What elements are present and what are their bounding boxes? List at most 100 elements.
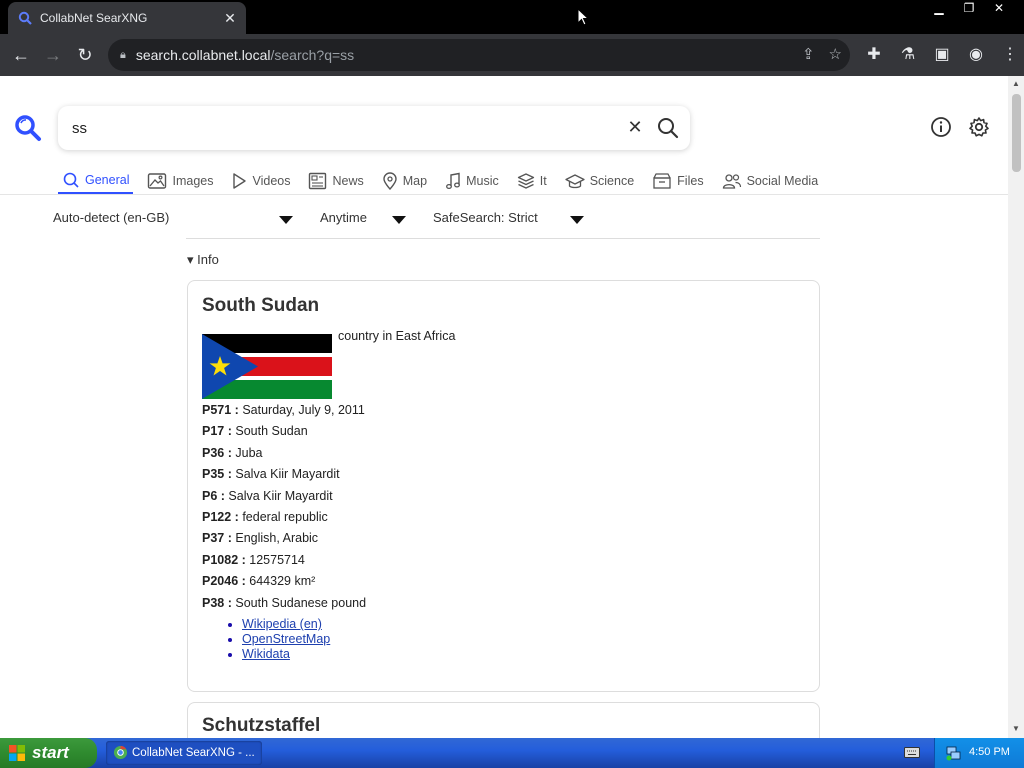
restore-icon[interactable]: ❐ bbox=[956, 0, 982, 17]
search-submit-icon[interactable] bbox=[656, 116, 680, 140]
infobox-attributes: P571 : Saturday, July 9, 2011 P17 : Sout… bbox=[202, 403, 366, 617]
tab-news-label: News bbox=[332, 174, 364, 188]
scroll-down-arrow-icon[interactable]: ▼ bbox=[1011, 724, 1021, 733]
kebab-menu-icon[interactable]: ⋮ bbox=[998, 42, 1022, 68]
tab-general-label: General bbox=[85, 173, 130, 187]
infobox-links: Wikipedia (en) OpenStreetMap Wikidata bbox=[228, 617, 330, 662]
tab-it[interactable]: It bbox=[513, 168, 551, 194]
wikipedia-link[interactable]: Wikipedia (en) bbox=[242, 617, 322, 631]
tab-map[interactable]: Map bbox=[378, 168, 431, 194]
attribute-key: P571 : bbox=[202, 403, 239, 417]
back-arrow-icon[interactable]: ← bbox=[8, 42, 34, 68]
map-pin-icon bbox=[383, 172, 397, 190]
infobox-secondary: Schutzstaffel bbox=[187, 702, 820, 738]
tab-music[interactable]: Music bbox=[441, 168, 503, 194]
browser-titlebar: CollabNet SearXNG ✕ ▁ ❐ ✕ bbox=[0, 0, 1024, 34]
attribute-value: Salva Kiir Mayardit bbox=[235, 467, 340, 482]
tab-social-media-label: Social Media bbox=[746, 174, 819, 188]
close-window-icon[interactable]: ✕ bbox=[986, 0, 1012, 17]
chrome-app-icon bbox=[113, 745, 128, 760]
tab-map-label: Map bbox=[402, 174, 428, 188]
language-select[interactable]: Auto-detect (en-GB) bbox=[53, 210, 169, 230]
attribute-key: P37 : bbox=[202, 531, 232, 546]
start-button[interactable]: start bbox=[0, 738, 97, 768]
archive-icon bbox=[653, 173, 671, 189]
profile-avatar-icon[interactable]: ◉ bbox=[964, 42, 988, 68]
address-bar[interactable]: 🔒︎ search.collabnet.local/search?q=ss ⇪ … bbox=[108, 39, 850, 71]
puzzle-extensions-icon[interactable]: ✚ bbox=[862, 42, 886, 68]
attribute-row: P2046 : 644329 km² bbox=[202, 574, 366, 595]
mouse-cursor-icon bbox=[577, 8, 589, 26]
attribute-row: P122 : federal republic bbox=[202, 510, 366, 531]
tab-videos[interactable]: Videos bbox=[227, 168, 294, 194]
lock-icon: 🔒︎ bbox=[120, 48, 126, 61]
attribute-key: P1082 : bbox=[202, 552, 246, 567]
url-host: search.collabnet.local bbox=[135, 47, 271, 63]
tab-videos-label: Videos bbox=[252, 174, 291, 188]
attribute-row: P6 : Salva Kiir Mayardit bbox=[202, 489, 366, 510]
infobox-title: South Sudan bbox=[202, 295, 320, 316]
tab-science[interactable]: Science bbox=[561, 168, 638, 194]
attribute-row: P1082 : 12575714 bbox=[202, 553, 366, 574]
gear-icon[interactable] bbox=[968, 116, 990, 138]
start-label: start bbox=[32, 743, 69, 762]
tab-general[interactable]: General bbox=[58, 168, 134, 194]
time-dropdown-arrow-icon[interactable] bbox=[392, 216, 406, 224]
windows-logo-icon bbox=[9, 745, 25, 761]
south-sudan-flag-image bbox=[202, 334, 332, 399]
tab-close-icon[interactable]: ✕ bbox=[218, 10, 242, 27]
attribute-row: P17 : South Sudan bbox=[202, 424, 366, 445]
forward-arrow-icon[interactable]: → bbox=[40, 42, 66, 68]
music-note-icon bbox=[446, 172, 461, 190]
tab-social-media[interactable]: Social Media bbox=[718, 168, 823, 194]
flask-labs-icon[interactable]: ⚗ bbox=[896, 42, 920, 68]
side-panel-icon[interactable]: ▣ bbox=[930, 42, 954, 68]
attribute-value: English, Arabic bbox=[235, 531, 319, 546]
attribute-key: P2046 : bbox=[202, 574, 246, 589]
safesearch-select[interactable]: SafeSearch: Strict bbox=[433, 210, 538, 230]
attribute-value: Juba bbox=[235, 445, 263, 460]
browser-tab[interactable]: CollabNet SearXNG ✕ bbox=[8, 2, 246, 34]
scrollbar-thumb[interactable] bbox=[1012, 94, 1021, 172]
tab-news[interactable]: News bbox=[304, 168, 367, 194]
attribute-row: P38 : South Sudanese pound bbox=[202, 596, 366, 617]
language-dropdown-arrow-icon[interactable] bbox=[279, 216, 293, 224]
share-icon[interactable]: ⇪ bbox=[802, 45, 815, 63]
keyboard-icon[interactable] bbox=[904, 747, 920, 758]
wikidata-link[interactable]: Wikidata bbox=[242, 647, 290, 661]
info-toggle[interactable]: ▾ Info bbox=[187, 252, 219, 268]
attribute-key: P36 : bbox=[202, 445, 232, 460]
scroll-up-arrow-icon[interactable]: ▲ bbox=[1011, 79, 1021, 88]
tab-images[interactable]: Images bbox=[143, 168, 217, 194]
layers-icon bbox=[517, 173, 534, 189]
attribute-key: P38 : bbox=[202, 595, 232, 610]
tab-files-label: Files bbox=[677, 174, 704, 188]
searxng-favicon-icon bbox=[18, 11, 32, 25]
search-input[interactable] bbox=[72, 118, 572, 138]
search-box: ✕ bbox=[58, 106, 690, 150]
openstreetmap-link[interactable]: OpenStreetMap bbox=[242, 632, 330, 646]
tab-music-label: Music bbox=[466, 174, 499, 188]
attribute-value: South Sudanese pound bbox=[235, 595, 367, 610]
safesearch-dropdown-arrow-icon[interactable] bbox=[570, 216, 584, 224]
attribute-value: Salva Kiir Mayardit bbox=[228, 488, 333, 503]
windows-taskbar: start CollabNet SearXNG - ... 4:50 PM bbox=[0, 738, 1024, 768]
graduation-cap-icon bbox=[565, 174, 585, 189]
window-controls: ▁ ❐ ✕ bbox=[926, 0, 1012, 18]
taskbar-window-button[interactable]: CollabNet SearXNG - ... bbox=[106, 741, 262, 765]
clear-search-icon[interactable]: ✕ bbox=[624, 116, 646, 138]
reload-icon[interactable]: ↻ bbox=[72, 42, 98, 68]
tab-files[interactable]: Files bbox=[648, 168, 707, 194]
attribute-row: P36 : Juba bbox=[202, 446, 366, 467]
info-icon[interactable] bbox=[930, 116, 952, 138]
bookmark-star-icon[interactable]: ☆ bbox=[829, 45, 842, 63]
network-tray-icon[interactable] bbox=[945, 744, 962, 761]
searxng-logo-icon[interactable] bbox=[14, 114, 42, 142]
clock: 4:50 PM bbox=[969, 746, 1010, 758]
minimize-icon[interactable]: ▁ bbox=[926, 0, 952, 17]
attribute-key: P17 : bbox=[202, 424, 232, 439]
list-item: OpenStreetMap bbox=[242, 632, 330, 647]
attribute-row: P35 : Salva Kiir Mayardit bbox=[202, 467, 366, 488]
page-scrollbar[interactable]: ▲ ▼ bbox=[1008, 76, 1024, 738]
time-range-select[interactable]: Anytime bbox=[320, 210, 367, 230]
